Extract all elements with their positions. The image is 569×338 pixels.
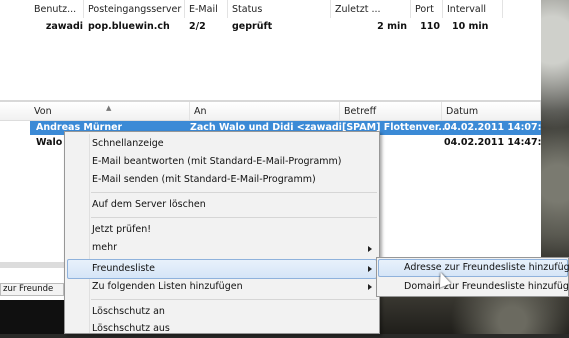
submenu-arrow-icon [368, 266, 372, 272]
col-email[interactable]: E-Mail [185, 0, 228, 18]
account-status: geprüft [232, 21, 273, 32]
col-status[interactable]: Status [228, 0, 331, 18]
menu-item-delete-on-server[interactable]: Auf dem Server löschen [92, 196, 206, 214]
add-to-friends-button[interactable]: zur Freunde [0, 283, 64, 296]
sort-arrow-icon: ▲ [106, 104, 112, 112]
account-user: zawadi [45, 21, 83, 32]
account-port: 110 [420, 21, 440, 32]
account-interval: 10 min [452, 21, 489, 32]
mail-from: Walo [36, 137, 63, 148]
menu-item-send[interactable]: E-Mail senden (mit Standard-E-Mail-Progr… [92, 171, 316, 189]
menu-divider [91, 299, 377, 300]
submenu-arrow-icon [368, 284, 372, 290]
col-port[interactable]: Port [411, 0, 443, 18]
left-panel-scrollbar[interactable] [0, 262, 64, 268]
menu-divider [91, 217, 377, 218]
col-an[interactable]: An [190, 102, 340, 120]
menu-item-more[interactable]: mehr [92, 239, 117, 257]
menu-gutter [89, 134, 90, 333]
col-intervall[interactable]: Intervall [443, 0, 503, 18]
mail-date: 04.02.2011 14:47:16 [444, 137, 541, 148]
menu-item-check-now[interactable]: Jetzt prüfen! [92, 221, 151, 239]
submenu-item-add-address[interactable]: Adresse zur Freundesliste hinzufügen [404, 259, 569, 277]
menu-item-add-to-lists[interactable]: Zu folgenden Listen hinzufügen [92, 278, 243, 296]
submenu-item-add-domain[interactable]: Domain zur Freundesliste hinzufügen [404, 278, 569, 296]
context-menu: Schnellanzeige E-Mail beantworten (mit S… [64, 131, 380, 334]
menu-item-protection-off[interactable]: Löschschutz aus [92, 320, 170, 338]
col-zuletzt[interactable]: Zuletzt ... [331, 0, 411, 18]
account-server: pop.bluewin.ch [88, 21, 170, 32]
col-benutzer[interactable]: Benutz... [30, 0, 84, 18]
menu-item-protection-on[interactable]: Löschschutz an [92, 303, 165, 321]
account-email-count: 2/2 [189, 21, 206, 32]
menu-divider [91, 192, 377, 193]
menu-item-schnellanzeige[interactable]: Schnellanzeige [92, 135, 164, 153]
col-posteingangsserver[interactable]: Posteingangsserver [84, 0, 185, 18]
menu-item-reply[interactable]: E-Mail beantworten (mit Standard-E-Mail-… [92, 153, 341, 171]
col-betreff[interactable]: Betreff [340, 102, 442, 120]
menu-item-friends-list[interactable]: Freundesliste [92, 260, 155, 278]
account-last-check: 2 min [377, 21, 407, 32]
mail-table-header: Von An Betreff Datum [0, 102, 541, 121]
left-panel-background [0, 300, 64, 334]
submenu-arrow-icon [368, 246, 372, 252]
friends-submenu: Adresse zur Freundesliste hinzufügen Dom… [376, 257, 569, 297]
col-datum[interactable]: Datum [442, 102, 541, 120]
mail-date: 04.02.2011 14:07:22 [444, 122, 541, 133]
